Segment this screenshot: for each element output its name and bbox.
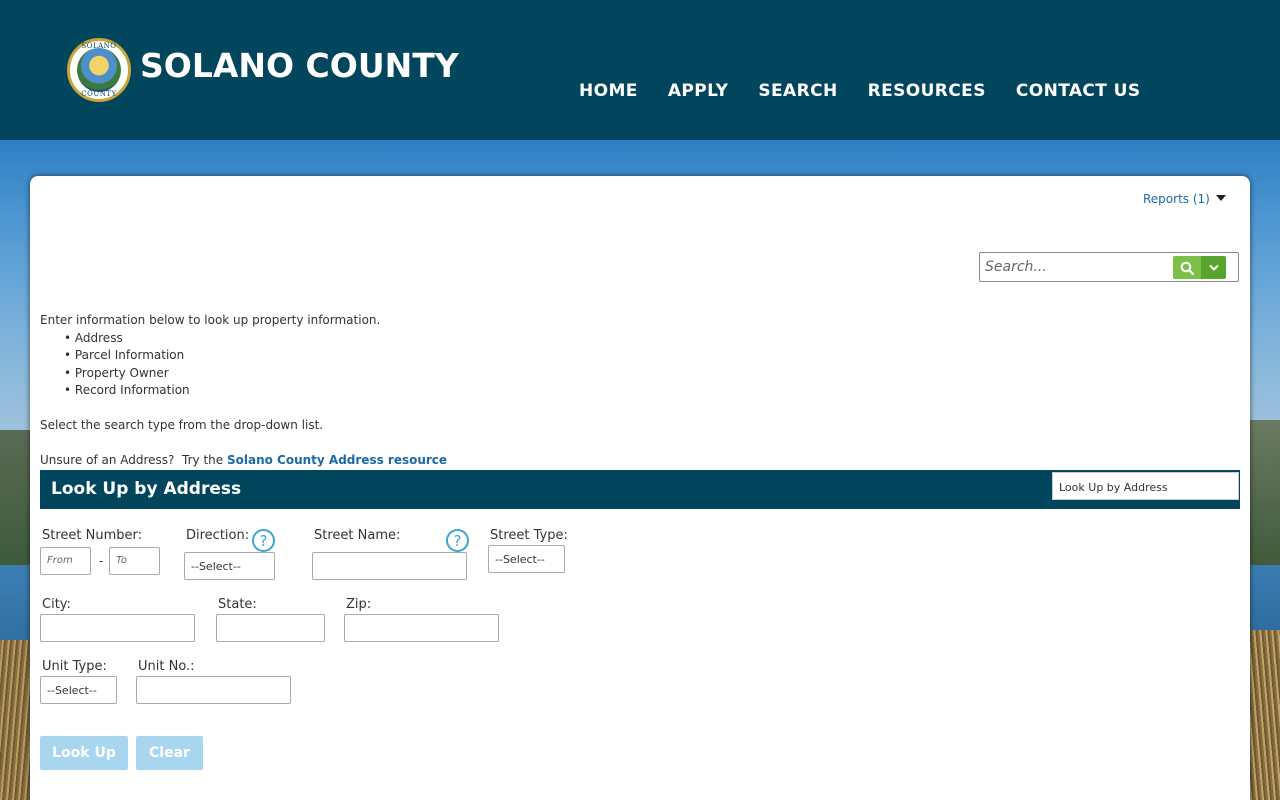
range-separator: -: [99, 554, 104, 568]
state-input[interactable]: [216, 614, 325, 642]
background-hill-right: [1248, 420, 1280, 570]
background-grass-right: [1248, 630, 1280, 800]
main-nav: HOME APPLY SEARCH RESOURCES CONTACT US: [579, 81, 1140, 101]
list-item: Record Information: [64, 382, 380, 400]
main-panel: Reports (1) Enter information below to l…: [30, 176, 1250, 800]
direction-select[interactable]: --Select--: [184, 552, 275, 580]
nav-apply[interactable]: APPLY: [668, 81, 729, 101]
site-header: SOLANO COUNTY SOLANO COUNTY HOME APPLY S…: [0, 0, 1280, 140]
address-resource-link[interactable]: Solano County Address resource: [227, 453, 447, 467]
reports-menu[interactable]: Reports (1): [1143, 192, 1226, 206]
list-item: Parcel Information: [64, 347, 380, 365]
select-hint-text: Select the search type from the drop-dow…: [40, 418, 324, 432]
state-label: State:: [218, 597, 257, 612]
global-search: [979, 252, 1239, 282]
city-label: City:: [42, 597, 71, 612]
search-button[interactable]: [1173, 256, 1201, 279]
nav-contact-us[interactable]: CONTACT US: [1016, 81, 1141, 101]
street-type-label: Street Type:: [490, 528, 568, 543]
search-option-list: Address Parcel Information Property Owne…: [40, 330, 380, 400]
street-name-label: Street Name:: [314, 528, 401, 543]
search-options-button[interactable]: [1201, 256, 1226, 279]
street-name-input[interactable]: [312, 552, 467, 580]
street-number-to-input[interactable]: To: [109, 547, 160, 575]
site-title[interactable]: SOLANO COUNTY: [140, 46, 459, 85]
street-number-from-input[interactable]: From: [40, 547, 91, 575]
look-up-button[interactable]: Look Up: [40, 736, 128, 770]
county-seal-logo[interactable]: SOLANO COUNTY: [67, 38, 131, 102]
reports-label[interactable]: Reports (1): [1143, 192, 1210, 206]
street-number-label: Street Number:: [42, 528, 143, 543]
zip-label: Zip:: [346, 597, 372, 612]
unit-no-label: Unit No.:: [138, 659, 195, 674]
section-header: Look Up by Address Look Up by Address: [40, 470, 1240, 509]
nav-home[interactable]: HOME: [579, 81, 638, 101]
address-help-text: Unsure of an Address? Try the Solano Cou…: [40, 453, 447, 467]
direction-help-icon[interactable]: ?: [252, 529, 275, 552]
city-input[interactable]: [40, 614, 195, 642]
seal-emblem-icon: [77, 48, 121, 92]
intro-lead: Enter information below to look up prope…: [40, 313, 381, 327]
search-type-select[interactable]: Look Up by Address: [1052, 472, 1239, 500]
global-search-input[interactable]: [980, 253, 1170, 281]
seal-text-top: SOLANO: [81, 42, 117, 50]
unit-no-input[interactable]: [136, 676, 291, 704]
list-item: Address: [64, 330, 380, 348]
seal-text-bottom: COUNTY: [81, 90, 117, 98]
background-water-right: [1248, 565, 1280, 635]
street-type-select[interactable]: --Select--: [488, 545, 565, 573]
search-icon: [1180, 261, 1194, 275]
list-item: Property Owner: [64, 365, 380, 383]
unit-type-label: Unit Type:: [42, 659, 107, 674]
nav-resources[interactable]: RESOURCES: [868, 81, 986, 101]
chevron-down-icon: [1208, 264, 1219, 271]
intro-text: Enter information below to look up prope…: [40, 312, 380, 400]
street-name-help-icon[interactable]: ?: [446, 529, 469, 552]
caret-down-icon[interactable]: [1215, 195, 1226, 201]
unit-type-select[interactable]: --Select--: [40, 676, 117, 704]
zip-input[interactable]: [344, 614, 499, 642]
section-title: Look Up by Address: [51, 479, 242, 499]
direction-label: Direction:: [186, 528, 250, 543]
nav-search[interactable]: SEARCH: [758, 81, 837, 101]
clear-button[interactable]: Clear: [136, 736, 203, 770]
address-help-prefix: Unsure of an Address? Try the: [40, 453, 227, 467]
